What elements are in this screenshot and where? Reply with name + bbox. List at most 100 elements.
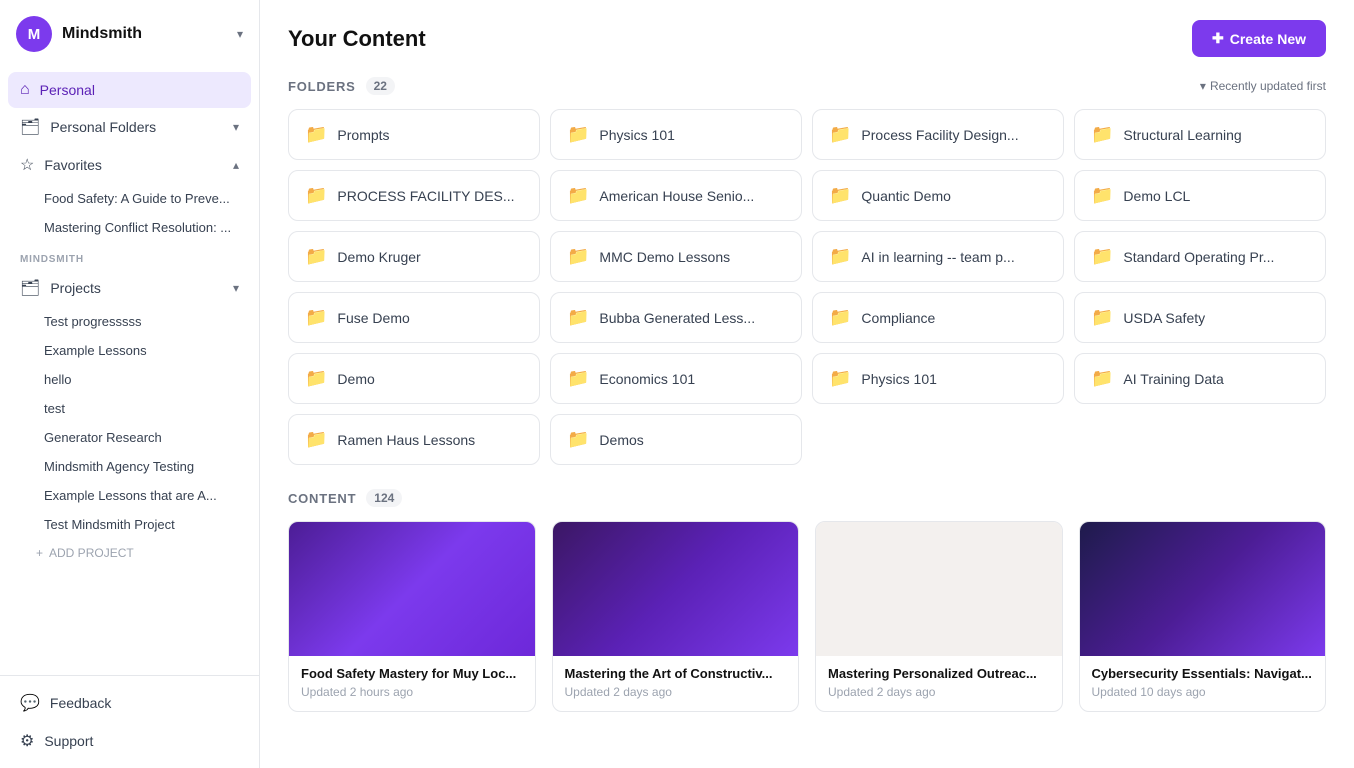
folder-card[interactable]: 📁 American House Senio... xyxy=(550,170,802,221)
folder-card[interactable]: 📁 Prompts xyxy=(288,109,540,160)
favorite-item-2[interactable]: Mastering Conflict Resolution: ... xyxy=(8,213,251,242)
folder-card[interactable]: 📁 USDA Safety xyxy=(1074,292,1326,343)
folder-icon: 📁 xyxy=(567,124,589,145)
folder-card[interactable]: 📁 Process Facility Design... xyxy=(812,109,1064,160)
folder-icon: 📁 xyxy=(1091,185,1113,206)
folder-icon: 📁 xyxy=(1091,368,1113,389)
folder-card[interactable]: 📁 AI Training Data xyxy=(1074,353,1326,404)
sort-button[interactable]: ▾ Recently updated first xyxy=(1200,79,1326,93)
project-item-3[interactable]: test xyxy=(8,394,251,423)
sidebar-item-label: Favorites xyxy=(44,157,223,173)
folder-name: American House Senio... xyxy=(599,188,754,204)
folder-card[interactable]: 📁 Demo LCL xyxy=(1074,170,1326,221)
sort-label: Recently updated first xyxy=(1210,79,1326,93)
folder-icon: 📁 xyxy=(305,368,327,389)
app-header[interactable]: M Mindsmith ▾ xyxy=(0,0,259,68)
folder-icon: 📁 xyxy=(305,246,327,267)
folder-name: USDA Safety xyxy=(1123,310,1205,326)
folder-card[interactable]: 📁 Bubba Generated Less... xyxy=(550,292,802,343)
avatar: M xyxy=(16,16,52,52)
sidebar-item-personal[interactable]: ⌂ Personal xyxy=(8,72,251,108)
folder-name: Ramen Haus Lessons xyxy=(337,432,475,448)
sidebar-item-feedback[interactable]: 💬 Feedback xyxy=(8,684,251,722)
main-content: Your Content ✚ Create New FOLDERS 22 ▾ R… xyxy=(260,0,1354,768)
project-item-4[interactable]: Generator Research xyxy=(8,423,251,452)
content-card[interactable]: Mastering Personalized Outreac... Update… xyxy=(815,521,1063,712)
folder-icon: 📁 xyxy=(567,429,589,450)
project-item-1[interactable]: Example Lessons xyxy=(8,336,251,365)
folder-icon: 🗂 xyxy=(20,117,40,137)
content-section-title: CONTENT xyxy=(288,491,356,506)
content-updated: Updated 2 days ago xyxy=(828,685,1050,699)
project-item-0[interactable]: Test progresssss xyxy=(8,307,251,336)
plus-icon: ✚ xyxy=(1212,30,1224,47)
folders-section-title: FOLDERS xyxy=(288,79,356,94)
folder-icon: 📁 xyxy=(567,368,589,389)
folder-name: MMC Demo Lessons xyxy=(599,249,730,265)
content-card[interactable]: Food Safety Mastery for Muy Loc... Updat… xyxy=(288,521,536,712)
feedback-icon: 💬 xyxy=(20,693,40,713)
sidebar-item-projects[interactable]: 🗂 Projects ▾ xyxy=(8,269,251,307)
folder-card[interactable]: 📁 Economics 101 xyxy=(550,353,802,404)
sidebar-item-personal-folders[interactable]: 🗂 Personal Folders ▾ xyxy=(8,108,251,146)
sidebar-nav: ⌂ Personal 🗂 Personal Folders ▾ ☆ Favori… xyxy=(0,68,259,675)
folder-icon: 🗂 xyxy=(20,278,40,298)
folder-card[interactable]: 📁 Physics 101 xyxy=(812,353,1064,404)
folder-card[interactable]: 📁 Demo Kruger xyxy=(288,231,540,282)
star-icon: ☆ xyxy=(20,155,34,175)
folder-icon: 📁 xyxy=(1091,124,1113,145)
folder-name: Quantic Demo xyxy=(861,188,950,204)
folder-card[interactable]: 📁 Standard Operating Pr... xyxy=(1074,231,1326,282)
sort-icon: ▾ xyxy=(1200,79,1206,93)
content-updated: Updated 10 days ago xyxy=(1092,685,1314,699)
folder-card[interactable]: 📁 Quantic Demo xyxy=(812,170,1064,221)
folder-icon: 📁 xyxy=(567,246,589,267)
content-count-badge: 124 xyxy=(366,489,402,507)
folder-name: Demo Kruger xyxy=(337,249,420,265)
project-item-2[interactable]: hello xyxy=(8,365,251,394)
folder-card[interactable]: 📁 PROCESS FACILITY DES... xyxy=(288,170,540,221)
plus-icon: + xyxy=(36,546,43,560)
add-project-button[interactable]: + ADD PROJECT xyxy=(8,539,251,567)
folder-name: Structural Learning xyxy=(1123,127,1241,143)
content-card[interactable]: Mastering the Art of Constructiv... Upda… xyxy=(552,521,800,712)
folder-icon: 📁 xyxy=(305,429,327,450)
folder-icon: 📁 xyxy=(305,185,327,206)
folder-name: Demo xyxy=(337,371,374,387)
sidebar-item-support[interactable]: ⚙ Support xyxy=(8,722,251,760)
favorite-item-1[interactable]: Food Safety: A Guide to Preve... xyxy=(8,184,251,213)
folder-name: PROCESS FACILITY DES... xyxy=(337,188,514,204)
main-header: Your Content ✚ Create New xyxy=(260,0,1354,69)
project-item-6[interactable]: Example Lessons that are A... xyxy=(8,481,251,510)
home-icon: ⌂ xyxy=(20,81,30,99)
folders-count-badge: 22 xyxy=(366,77,395,95)
folders-title-row: FOLDERS 22 xyxy=(288,77,395,95)
folder-icon: 📁 xyxy=(305,124,327,145)
folder-card[interactable]: 📁 Fuse Demo xyxy=(288,292,540,343)
folder-card[interactable]: 📁 Ramen Haus Lessons xyxy=(288,414,540,465)
content-thumbnail xyxy=(553,522,799,656)
sidebar-item-favorites[interactable]: ☆ Favorites ▴ xyxy=(8,146,251,184)
folder-name: Physics 101 xyxy=(861,371,936,387)
create-new-button[interactable]: ✚ Create New xyxy=(1192,20,1326,57)
folder-card[interactable]: 📁 Demo xyxy=(288,353,540,404)
content-title: Food Safety Mastery for Muy Loc... xyxy=(301,666,523,681)
mindsmith-section-label: MINDSMITH xyxy=(8,242,251,269)
folder-card[interactable]: 📁 Structural Learning xyxy=(1074,109,1326,160)
project-item-5[interactable]: Mindsmith Agency Testing xyxy=(8,452,251,481)
content-card[interactable]: Cybersecurity Essentials: Navigat... Upd… xyxy=(1079,521,1327,712)
folder-name: Physics 101 xyxy=(599,127,674,143)
folder-icon: 📁 xyxy=(567,307,589,328)
folder-card[interactable]: 📁 Demos xyxy=(550,414,802,465)
folder-card[interactable]: 📁 Physics 101 xyxy=(550,109,802,160)
folder-name: Bubba Generated Less... xyxy=(599,310,755,326)
folder-icon: 📁 xyxy=(829,307,851,328)
app-name: Mindsmith xyxy=(62,25,227,43)
folder-name: Prompts xyxy=(337,127,389,143)
content-info: Mastering the Art of Constructiv... Upda… xyxy=(553,656,799,711)
folder-name: Demo LCL xyxy=(1123,188,1190,204)
folder-card[interactable]: 📁 MMC Demo Lessons xyxy=(550,231,802,282)
folder-card[interactable]: 📁 Compliance xyxy=(812,292,1064,343)
project-item-7[interactable]: Test Mindsmith Project xyxy=(8,510,251,539)
folder-card[interactable]: 📁 AI in learning -- team p... xyxy=(812,231,1064,282)
